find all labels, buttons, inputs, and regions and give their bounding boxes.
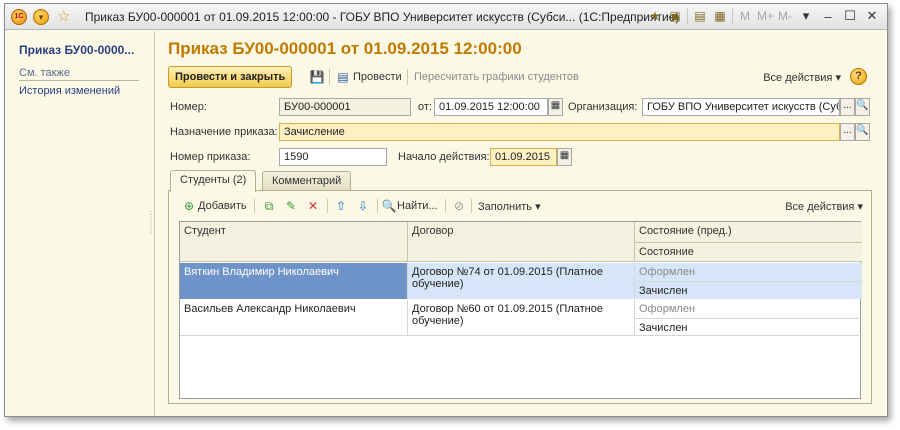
purpose-field[interactable]: Зачисление: [279, 123, 840, 141]
state-cell[interactable]: Оформлен Зачислен: [635, 300, 862, 336]
students-tab-panel: ⊕ Добавить ⧉ ✎ ✕ ⇧ ⇩ 🔍 Найти... ⊘ Заполн…: [168, 190, 872, 404]
chevron-down-icon: ▾: [857, 201, 863, 213]
all-actions-menu[interactable]: Все действия ▾: [763, 71, 841, 84]
copy-icon[interactable]: ⧉: [261, 198, 277, 214]
fill-menu[interactable]: Заполнить ▾: [478, 200, 541, 213]
order-number-field[interactable]: 1590: [279, 148, 387, 166]
splitter-handle[interactable]: ⋮ ⋮ ⋮: [147, 211, 155, 235]
column-header-student[interactable]: Студент: [180, 222, 408, 262]
memory-m-button[interactable]: M: [737, 8, 753, 24]
start-date-label: Начало действия:: [398, 151, 490, 163]
calendar-picker-icon[interactable]: ▦: [548, 98, 563, 116]
memory-minus-button[interactable]: M-: [777, 8, 793, 24]
student-cell[interactable]: Васильев Александр Николаевич: [180, 300, 408, 336]
title-bar-tools: ★ ▣ ▤ ▦ M M+ M- ▾ – ☐ ✕: [647, 8, 881, 24]
student-cell[interactable]: Вяткин Владимир Николаевич: [180, 263, 408, 299]
favorites-list-icon[interactable]: ▣: [667, 8, 683, 24]
post-button[interactable]: Провести: [353, 71, 402, 83]
open-search-icon[interactable]: 🔍: [855, 98, 870, 116]
separator: [327, 199, 328, 213]
state-value: Зачислен: [635, 281, 862, 299]
tab-comment[interactable]: Комментарий: [262, 171, 352, 191]
table-row[interactable]: Васильев Александр Николаевич Договор №6…: [180, 300, 862, 336]
state-cell[interactable]: Оформлен Зачислен: [635, 263, 862, 299]
chevron-down-icon: ▾: [535, 201, 541, 213]
state-value: Зачислен: [635, 318, 862, 336]
cancel-search-icon[interactable]: ⊘: [451, 198, 467, 214]
help-icon[interactable]: ?: [850, 68, 867, 85]
order-number-label: Номер приказа:: [170, 151, 251, 163]
separator: [254, 199, 255, 213]
app-logo-icon[interactable]: 1С: [11, 9, 27, 25]
table-row[interactable]: Вяткин Владимир Николаевич Договор №74 о…: [180, 263, 862, 299]
column-header-contract[interactable]: Договор: [408, 222, 635, 262]
separator: [687, 8, 688, 24]
calendar-icon[interactable]: ▦: [712, 8, 728, 24]
document-form: Приказ БУ00-000001 от 01.09.2015 12:00:0…: [156, 31, 887, 416]
date-field[interactable]: 01.09.2015 12:00:00: [434, 98, 548, 116]
select-button[interactable]: ...: [840, 123, 855, 141]
close-icon[interactable]: ✕: [863, 8, 881, 24]
navigation-panel: Приказ БУ00-0000... См. также История из…: [5, 31, 155, 416]
fill-label: Заполнить: [478, 201, 533, 213]
purpose-label: Назначение приказа:: [170, 126, 278, 138]
sidebar-item-history[interactable]: История изменений: [19, 85, 120, 97]
delete-icon[interactable]: ✕: [305, 198, 321, 214]
column-header-state[interactable]: Состояние: [635, 242, 862, 262]
date-label: от:: [418, 101, 432, 113]
state-prev-value: Оформлен: [639, 266, 696, 278]
dropdown-icon[interactable]: ▾: [797, 8, 815, 24]
contract-cell[interactable]: Договор №74 от 01.09.2015 (Платное обуче…: [408, 263, 635, 299]
separator: [329, 69, 330, 85]
window-title: Приказ БУ00-000001 от 01.09.2015 12:00:0…: [85, 10, 680, 24]
recalc-schedules-button[interactable]: Пересчитать графики студентов: [414, 71, 579, 83]
post-icon[interactable]: ▤: [334, 68, 352, 86]
tab-students[interactable]: Студенты (2): [170, 170, 257, 192]
maximize-icon[interactable]: ☐: [841, 8, 859, 24]
students-table: Студент Договор Состояние (пред.) Состоя…: [179, 221, 862, 399]
edit-pencil-icon[interactable]: ✎: [283, 198, 299, 214]
add-favorite-icon[interactable]: ★: [647, 8, 663, 24]
main-menu-icon[interactable]: ▾: [33, 9, 49, 25]
nav-panel-title: Приказ БУ00-0000...: [19, 43, 135, 57]
save-icon[interactable]: 💾: [308, 68, 326, 86]
separator: [377, 199, 378, 213]
minimize-icon[interactable]: –: [819, 9, 837, 24]
contract-cell[interactable]: Договор №60 от 01.09.2015 (Платное обуче…: [408, 300, 635, 336]
organization-label: Организация:: [568, 101, 638, 113]
see-also-header: См. также: [19, 67, 139, 81]
separator: [445, 199, 446, 213]
favorite-star-icon[interactable]: ☆: [57, 7, 70, 25]
move-up-icon[interactable]: ⇧: [333, 198, 349, 214]
post-and-close-button[interactable]: Провести и закрыть: [168, 66, 293, 88]
start-date-field[interactable]: 01.09.2015: [490, 148, 557, 166]
add-button[interactable]: Добавить: [198, 200, 247, 212]
find-button[interactable]: Найти...: [397, 200, 438, 212]
table-all-actions-menu[interactable]: Все действия ▾: [785, 200, 863, 213]
open-search-icon[interactable]: 🔍: [855, 123, 870, 141]
move-down-icon[interactable]: ⇩: [355, 198, 371, 214]
page-title: Приказ БУ00-000001 от 01.09.2015 12:00:0…: [168, 39, 522, 58]
table-all-actions-label: Все действия: [785, 201, 855, 213]
separator: [471, 199, 472, 213]
calendar-picker-icon[interactable]: ▦: [557, 148, 572, 166]
select-button[interactable]: ...: [840, 98, 855, 116]
notes-icon[interactable]: ▤: [692, 8, 708, 24]
chevron-down-icon: ▾: [835, 72, 841, 84]
state-prev-value: Оформлен: [639, 303, 696, 315]
add-icon[interactable]: ⊕: [181, 198, 197, 214]
all-actions-label: Все действия: [763, 72, 833, 84]
memory-plus-button[interactable]: M+: [757, 8, 774, 24]
app-window: 1С ▾ ☆ Приказ БУ00-000001 от 01.09.2015 …: [4, 3, 888, 417]
title-bar: 1С ▾ ☆ Приказ БУ00-000001 от 01.09.2015 …: [5, 4, 887, 30]
separator: [732, 8, 733, 24]
separator: [407, 69, 408, 85]
organization-field[interactable]: ГОБУ ВПО Университет искусств (Суб: [642, 98, 840, 116]
number-label: Номер:: [170, 101, 207, 113]
search-icon[interactable]: 🔍: [381, 198, 397, 214]
number-field[interactable]: БУ00-000001: [279, 98, 411, 116]
